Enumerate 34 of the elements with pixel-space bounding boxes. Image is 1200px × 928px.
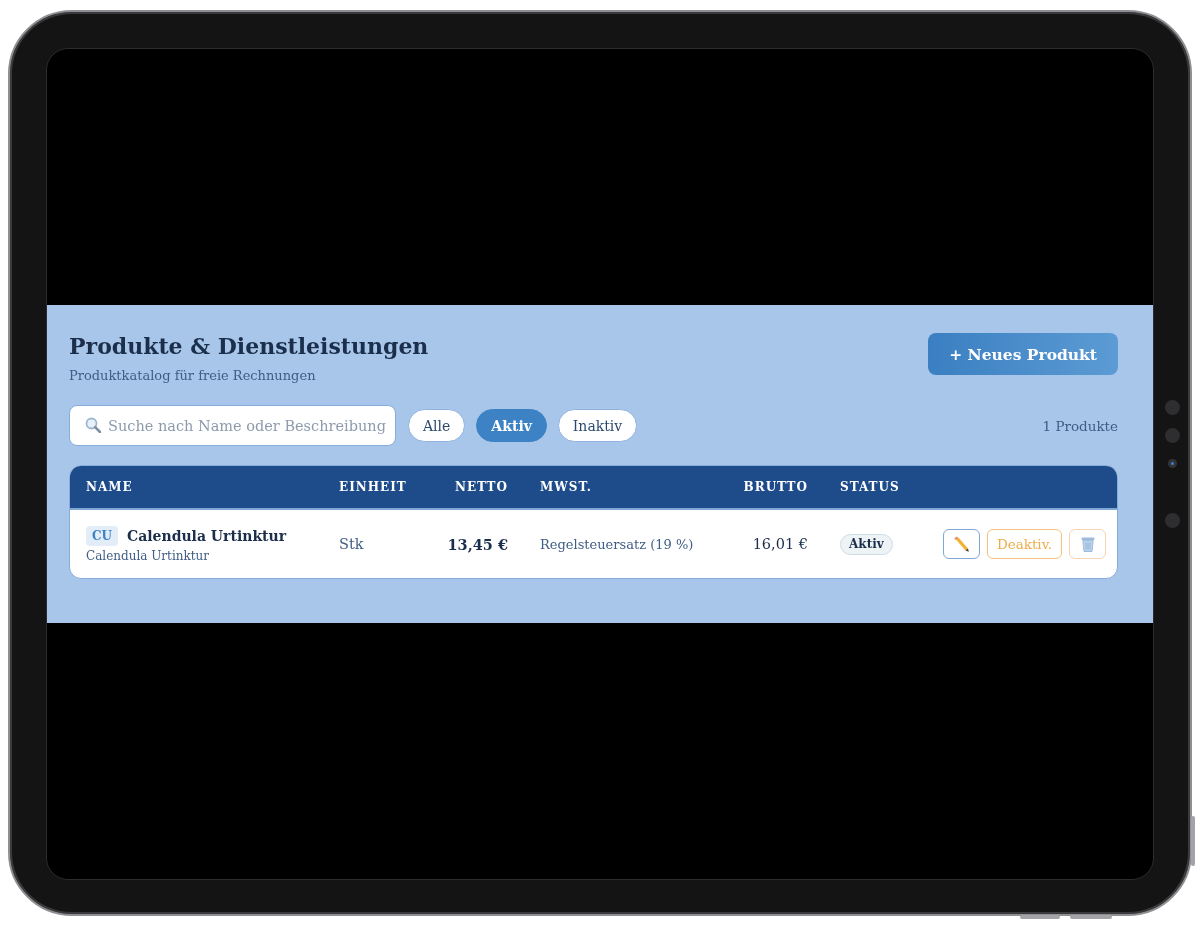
column-header: BRUTTO bbox=[742, 480, 809, 494]
column-header: EINHEIT bbox=[338, 480, 408, 494]
column-header: NETTO bbox=[454, 480, 509, 494]
product-name: Calendula Urtinktur bbox=[127, 527, 287, 544]
delete-button[interactable] bbox=[1069, 529, 1106, 559]
unit-cell-text: Stk bbox=[338, 536, 365, 552]
search-field[interactable]: Suche nach Name oder Beschreibung bbox=[69, 405, 396, 446]
status-badge: Aktiv bbox=[840, 533, 893, 555]
vat-rate-cell-text: Regelsteuersatz (19 %) bbox=[539, 536, 695, 552]
product-count: 1 Produkte bbox=[1042, 417, 1118, 434]
sensor-icon bbox=[1165, 428, 1180, 443]
trash-icon bbox=[1080, 536, 1095, 552]
net-price-cell-text: 13,45 € bbox=[446, 535, 509, 553]
gross-price-cell-text: 16,01 € bbox=[751, 536, 809, 552]
sensor-icon bbox=[1165, 513, 1180, 528]
product-code-badge: CU bbox=[86, 525, 118, 546]
edit-button[interactable] bbox=[942, 529, 980, 559]
filter-tab[interactable]: Alle bbox=[408, 409, 466, 442]
new-product-button[interactable]: + Neues Produkt bbox=[928, 333, 1118, 375]
page-title: Produkte & Dienstleistungen bbox=[69, 333, 429, 359]
camera-icon bbox=[1168, 459, 1177, 468]
product-description: Calendula Urtinktur bbox=[86, 548, 210, 563]
sensor-icon bbox=[1165, 400, 1180, 415]
pencil-icon bbox=[953, 536, 970, 552]
page-subtitle: Produktkatalog für freie Rechnungen bbox=[69, 367, 316, 384]
column-header: NAME bbox=[85, 480, 134, 494]
bezel-ridge bbox=[1070, 915, 1112, 919]
bezel-ridge bbox=[1020, 915, 1060, 919]
column-header: MWST. bbox=[539, 480, 593, 494]
search-icon bbox=[85, 417, 101, 433]
filter-tab[interactable]: Inaktiv bbox=[557, 409, 638, 442]
bezel-ridge bbox=[1191, 816, 1195, 866]
filter-tab[interactable]: Aktiv bbox=[476, 409, 547, 442]
column-header: STATUS bbox=[839, 480, 901, 494]
